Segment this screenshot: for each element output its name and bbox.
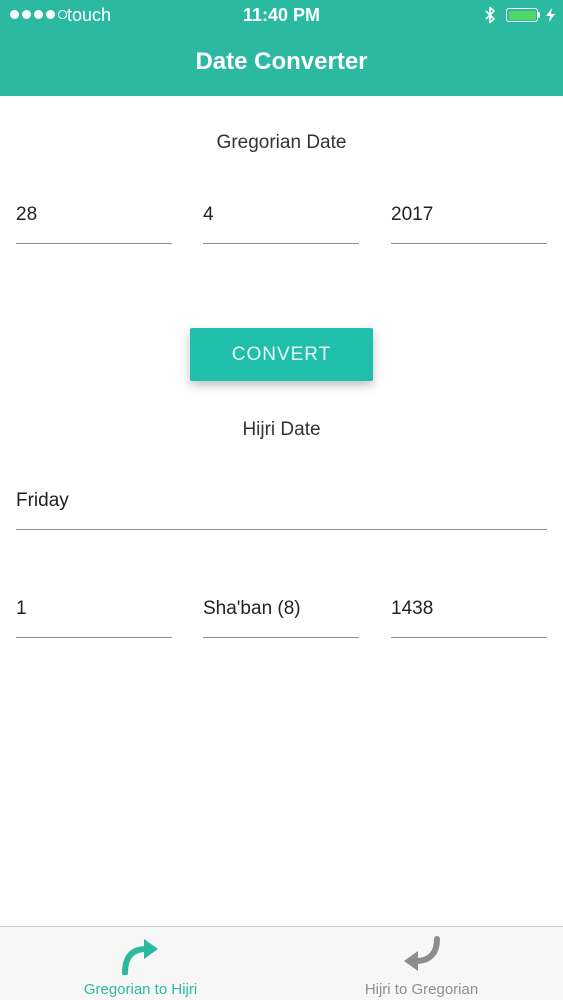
tab-label: Gregorian to Hijri	[83, 981, 198, 998]
battery-tip	[538, 12, 540, 18]
gregorian-day-field[interactable]: 28	[16, 194, 172, 244]
hijri-weekday-field: Friday	[16, 480, 547, 530]
hijri-day-field: 1	[16, 588, 172, 638]
gregorian-day-value: 28	[16, 204, 38, 225]
tab-hijri-to-gregorian[interactable]: Hijri to Gregorian	[281, 927, 562, 1000]
status-bar: touch 11:40 PM	[0, 0, 563, 30]
battery-icon	[506, 8, 538, 22]
hijri-month-value: Sha'ban (8)	[203, 598, 301, 619]
gregorian-date-label: Gregorian Date	[216, 132, 347, 153]
forward-arrow-icon	[122, 939, 158, 975]
gregorian-year-value: 2017	[391, 204, 434, 225]
hijri-month-field: Sha'ban (8)	[203, 588, 359, 638]
hijri-date-label: Hijri Date	[242, 419, 321, 440]
tab-label: Hijri to Gregorian	[364, 981, 479, 998]
app-header: touch 11:40 PM Date Converter	[0, 0, 563, 96]
gregorian-month-value: 4	[203, 204, 214, 225]
gregorian-month-field[interactable]: 4	[203, 194, 359, 244]
gregorian-year-field[interactable]: 2017	[391, 194, 547, 244]
hijri-year-value: 1438	[391, 598, 434, 619]
convert-button[interactable]: CONVERT	[190, 328, 373, 381]
status-time: 11:40 PM	[242, 5, 321, 25]
app-screen: touch 11:40 PM Date Converter Gregorian …	[0, 0, 563, 1000]
hijri-weekday-value: Friday	[16, 490, 69, 511]
back-arrow-icon	[404, 936, 440, 971]
charging-bolt-icon	[546, 8, 555, 22]
tab-gregorian-to-hijri[interactable]: Gregorian to Hijri	[0, 927, 281, 1000]
hijri-day-value: 1	[16, 598, 27, 619]
bottom-tab-bar: Gregorian to Hijri Hijri to Gregorian	[0, 926, 563, 1000]
bluetooth-icon	[485, 6, 495, 24]
hijri-year-field: 1438	[391, 588, 547, 638]
page-title: Date Converter	[195, 48, 368, 75]
